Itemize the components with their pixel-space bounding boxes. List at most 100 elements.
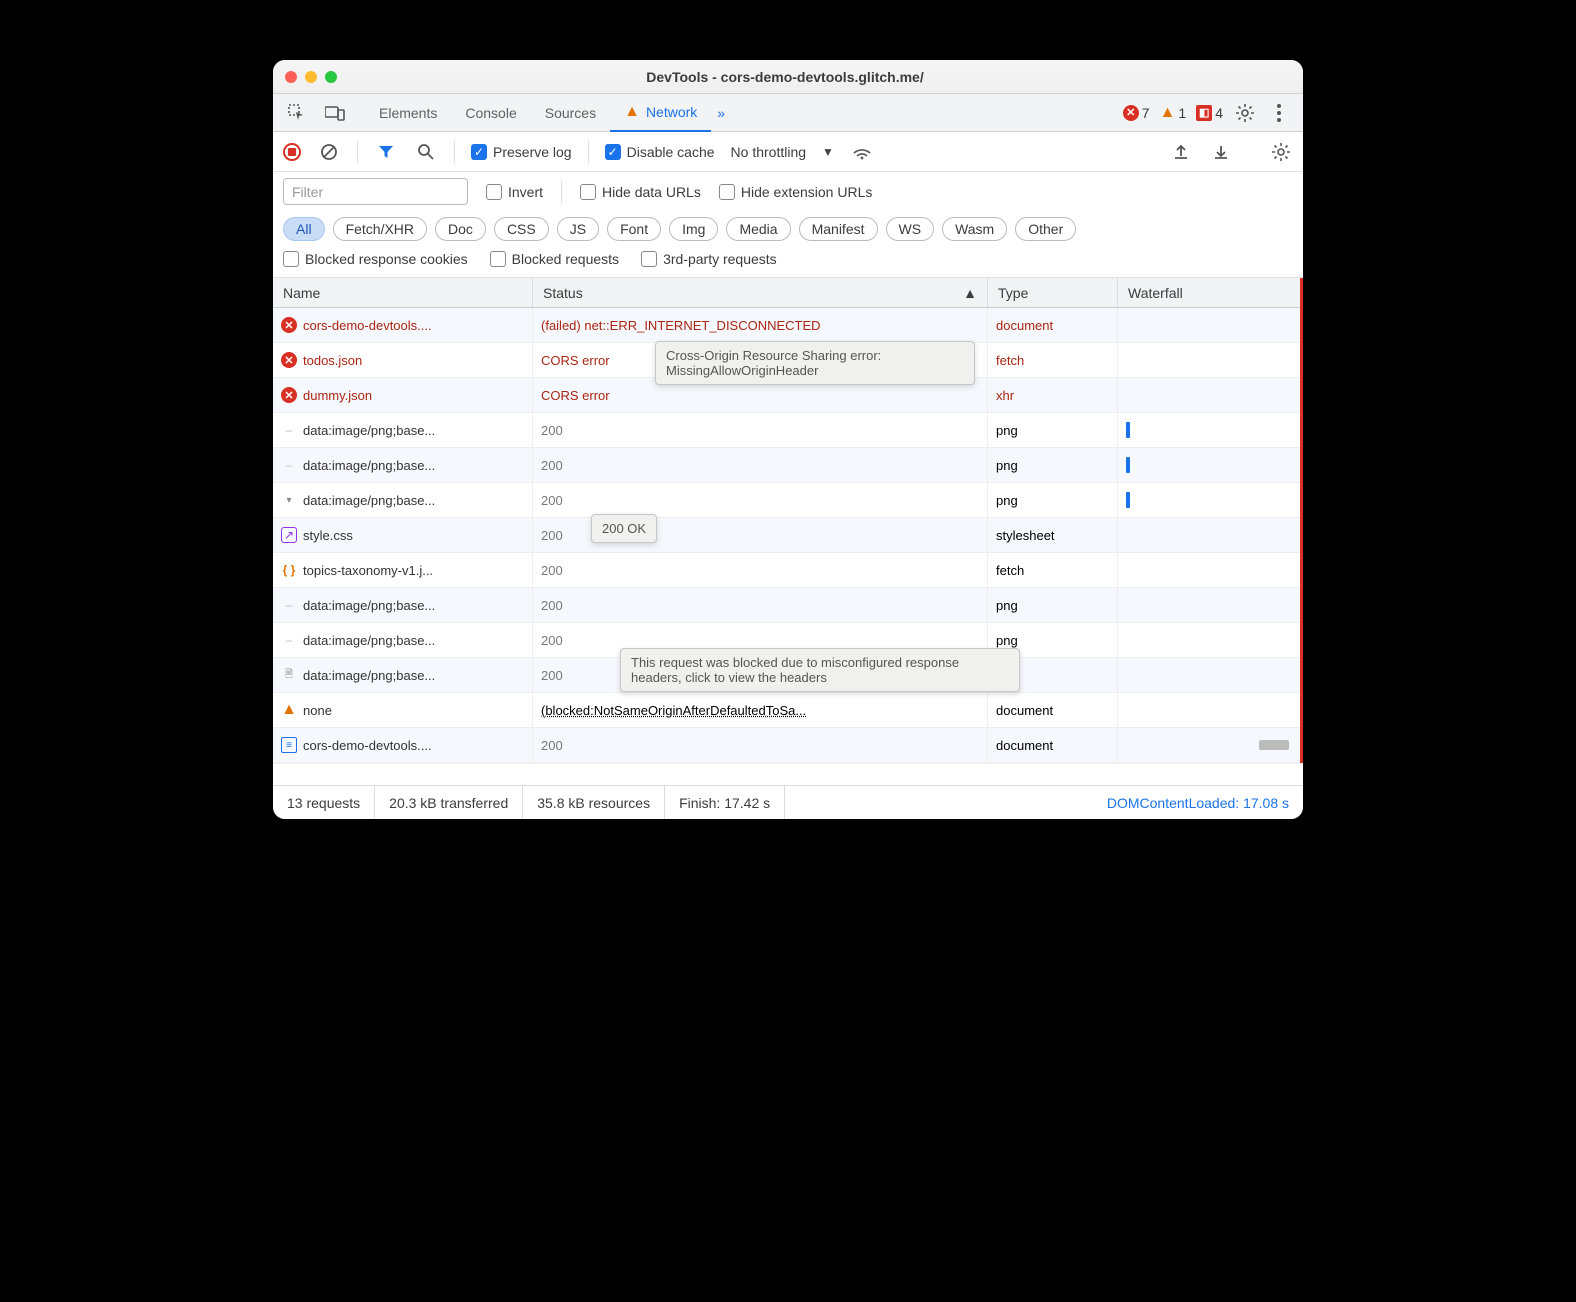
pill-css[interactable]: CSS — [494, 217, 549, 241]
waterfall-cell — [1118, 343, 1303, 377]
waterfall-cell — [1118, 553, 1303, 587]
pill-fetch-xhr[interactable]: Fetch/XHR — [333, 217, 427, 241]
table-row[interactable]: ▲ none (blocked:NotSameOriginAfterDefault… — [273, 693, 1303, 728]
pill-doc[interactable]: Doc — [435, 217, 486, 241]
table-row[interactable]: ↗style.css 200 stylesheet — [273, 518, 1303, 553]
request-status: 200 — [533, 728, 988, 762]
chevron-down-icon[interactable]: ▼ — [822, 145, 834, 159]
tab-network[interactable]: ▲ Network — [610, 94, 711, 132]
status-requests: 13 requests — [273, 786, 375, 819]
throttling-select[interactable]: No throttling — [731, 144, 806, 160]
close-window-button[interactable] — [285, 71, 297, 83]
table-row[interactable]: { }topics-taxonomy-v1.j... 200 fetch — [273, 553, 1303, 588]
hide-data-urls-checkbox[interactable]: Hide data URLs — [580, 184, 701, 200]
search-icon[interactable] — [414, 140, 438, 164]
warning-icon: ▲ — [1160, 104, 1176, 122]
warning-icon: ▲ — [281, 702, 297, 718]
pill-other[interactable]: Other — [1015, 217, 1076, 241]
extra-filters-row: Blocked response cookies Blocked request… — [273, 247, 1303, 278]
preserve-log-checkbox[interactable]: ✓ Preserve log — [471, 144, 572, 160]
waterfall-bar — [1126, 457, 1130, 473]
table-row[interactable]: –data:image/png;base... 200 png — [273, 448, 1303, 483]
pill-img[interactable]: Img — [669, 217, 718, 241]
request-type: png — [988, 448, 1118, 482]
panel-tabs: Elements Console Sources ▲ Network » — [365, 94, 731, 132]
blocked-cookies-checkbox[interactable]: Blocked response cookies — [283, 251, 468, 267]
clear-button[interactable] — [317, 140, 341, 164]
export-har-icon[interactable] — [1209, 140, 1233, 164]
pill-wasm[interactable]: Wasm — [942, 217, 1007, 241]
status-tooltip: 200 OK — [591, 514, 657, 543]
generic-icon: – — [281, 457, 297, 473]
document-icon: ≡ — [281, 737, 297, 753]
request-status: 200 — [533, 588, 988, 622]
pill-js[interactable]: JS — [557, 217, 599, 241]
hide-extension-urls-checkbox[interactable]: Hide extension URLs — [719, 184, 873, 200]
table-row[interactable]: –data:image/png;base... 200 png — [273, 413, 1303, 448]
import-har-icon[interactable] — [1169, 140, 1193, 164]
table-row[interactable]: ≡cors-demo-devtools.... 200 document — [273, 728, 1303, 763]
col-type[interactable]: Type — [988, 278, 1118, 307]
generic-icon: – — [281, 597, 297, 613]
pill-font[interactable]: Font — [607, 217, 661, 241]
more-tabs-button[interactable]: » — [711, 94, 731, 132]
request-status: (failed) net::ERR_INTERNET_DISCONNECTED — [533, 308, 988, 342]
pill-manifest[interactable]: Manifest — [799, 217, 878, 241]
titlebar: DevTools - cors-demo-devtools.glitch.me/ — [273, 60, 1303, 94]
request-status: 200 — [533, 483, 988, 517]
status-resources: 35.8 kB resources — [523, 786, 665, 819]
request-name: dummy.json — [303, 388, 372, 403]
blocked-tooltip: This request was blocked due to misconfi… — [620, 648, 1020, 692]
tab-console[interactable]: Console — [451, 94, 530, 132]
filter-icon[interactable] — [374, 140, 398, 164]
request-name: style.css — [303, 528, 353, 543]
col-status[interactable]: Status▲ — [533, 278, 988, 307]
request-type: document — [988, 728, 1118, 762]
disable-cache-checkbox[interactable]: ✓ Disable cache — [605, 144, 715, 160]
waterfall-cell — [1118, 448, 1303, 482]
maximize-window-button[interactable] — [325, 71, 337, 83]
inspect-element-icon[interactable] — [285, 101, 309, 125]
settings-gear-icon[interactable] — [1233, 101, 1257, 125]
tab-elements[interactable]: Elements — [365, 94, 451, 132]
checkbox-icon — [719, 184, 735, 200]
table-row[interactable]: –data:image/png;base... 200 png — [273, 588, 1303, 623]
more-menu-icon[interactable] — [1267, 101, 1291, 125]
network-settings-gear-icon[interactable] — [1269, 140, 1293, 164]
third-party-checkbox[interactable]: 3rd-party requests — [641, 251, 777, 267]
table-row[interactable]: ▾data:image/png;base... 200 png — [273, 483, 1303, 518]
warning-count-badge[interactable]: ▲ 1 — [1160, 104, 1187, 122]
waterfall-bar — [1259, 740, 1289, 750]
window-title: DevTools - cors-demo-devtools.glitch.me/ — [349, 69, 1291, 85]
request-type: png — [988, 588, 1118, 622]
record-button[interactable] — [283, 143, 301, 161]
table-row[interactable]: ✕cors-demo-devtools.... (failed) net::ER… — [273, 308, 1303, 343]
filter-input[interactable]: Filter — [283, 178, 468, 205]
col-waterfall[interactable]: Waterfall — [1118, 278, 1303, 307]
checkbox-icon — [486, 184, 502, 200]
status-transferred: 20.3 kB transferred — [375, 786, 523, 819]
pill-all[interactable]: All — [283, 217, 325, 241]
error-count-badge[interactable]: ✕ 7 — [1123, 105, 1150, 121]
request-status: (blocked:NotSameOriginAfterDefaultedToSa… — [533, 693, 988, 727]
issues-count-badge[interactable]: ◧ 4 — [1196, 105, 1223, 121]
checkbox-icon — [283, 251, 299, 267]
invert-checkbox[interactable]: Invert — [486, 184, 543, 200]
minimize-window-button[interactable] — [305, 71, 317, 83]
devtools-window: DevTools - cors-demo-devtools.glitch.me/… — [273, 60, 1303, 819]
col-name[interactable]: Name — [273, 278, 533, 307]
css-icon: ↗ — [281, 527, 297, 543]
window-controls — [285, 71, 337, 83]
status-dcl: DOMContentLoaded: 17.08 s — [1093, 786, 1303, 819]
device-toolbar-icon[interactable] — [323, 101, 347, 125]
request-name: none — [303, 703, 332, 718]
pill-media[interactable]: Media — [726, 217, 790, 241]
tab-sources[interactable]: Sources — [531, 94, 610, 132]
waterfall-cell — [1118, 483, 1303, 517]
waterfall-bar — [1126, 422, 1130, 438]
request-type: fetch — [988, 553, 1118, 587]
error-icon: ✕ — [281, 352, 297, 368]
network-conditions-icon[interactable] — [850, 140, 874, 164]
blocked-requests-checkbox[interactable]: Blocked requests — [490, 251, 619, 267]
pill-ws[interactable]: WS — [886, 217, 935, 241]
